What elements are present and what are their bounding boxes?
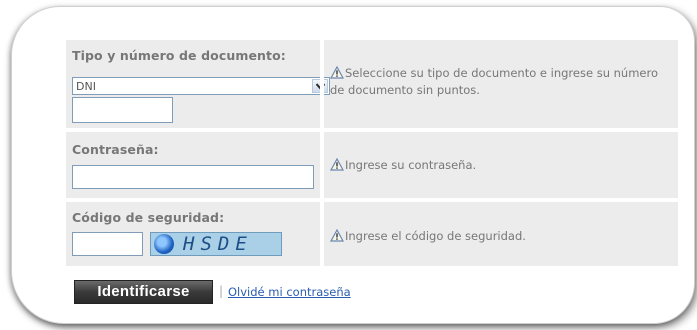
- identify-button[interactable]: Identificarse: [74, 280, 213, 304]
- security-code-input[interactable]: [72, 232, 143, 256]
- forgot-password-link[interactable]: Olvidé mi contraseña: [228, 285, 351, 299]
- password-hint: Ingrese su contraseña.: [330, 157, 476, 174]
- password-row: Contraseña: Ingrese su contraseña.: [66, 132, 678, 198]
- captcha-refresh-icon[interactable]: [154, 234, 174, 254]
- password-hint-text: Ingrese su contraseña.: [345, 158, 477, 172]
- chevron-down-icon[interactable]: [312, 79, 328, 93]
- security-hint: Ingrese el código de seguridad.: [330, 228, 526, 245]
- password-input[interactable]: [72, 165, 314, 189]
- captcha-text: HSDE: [183, 233, 253, 255]
- captcha-image: HSDE: [150, 232, 282, 256]
- document-number-input[interactable]: [72, 97, 173, 123]
- warning-triangle-icon: [330, 66, 344, 79]
- document-label: Tipo y número de documento:: [72, 48, 286, 63]
- security-hint-text: Ingrese el código de seguridad.: [345, 229, 526, 243]
- document-row: Tipo y número de documento: DNI Seleccio…: [66, 40, 678, 128]
- security-label: Código de seguridad:: [72, 210, 225, 225]
- warning-triangle-icon: [330, 158, 344, 171]
- warning-triangle-icon: [330, 229, 344, 242]
- document-type-value: DNI: [76, 80, 96, 93]
- document-hint-text: Seleccione su tipo de documento e ingres…: [330, 66, 659, 97]
- document-type-select[interactable]: DNI: [72, 77, 330, 95]
- password-label: Contraseña:: [72, 142, 159, 157]
- document-hint: Seleccione su tipo de documento e ingres…: [330, 65, 670, 99]
- separator: |: [219, 284, 224, 298]
